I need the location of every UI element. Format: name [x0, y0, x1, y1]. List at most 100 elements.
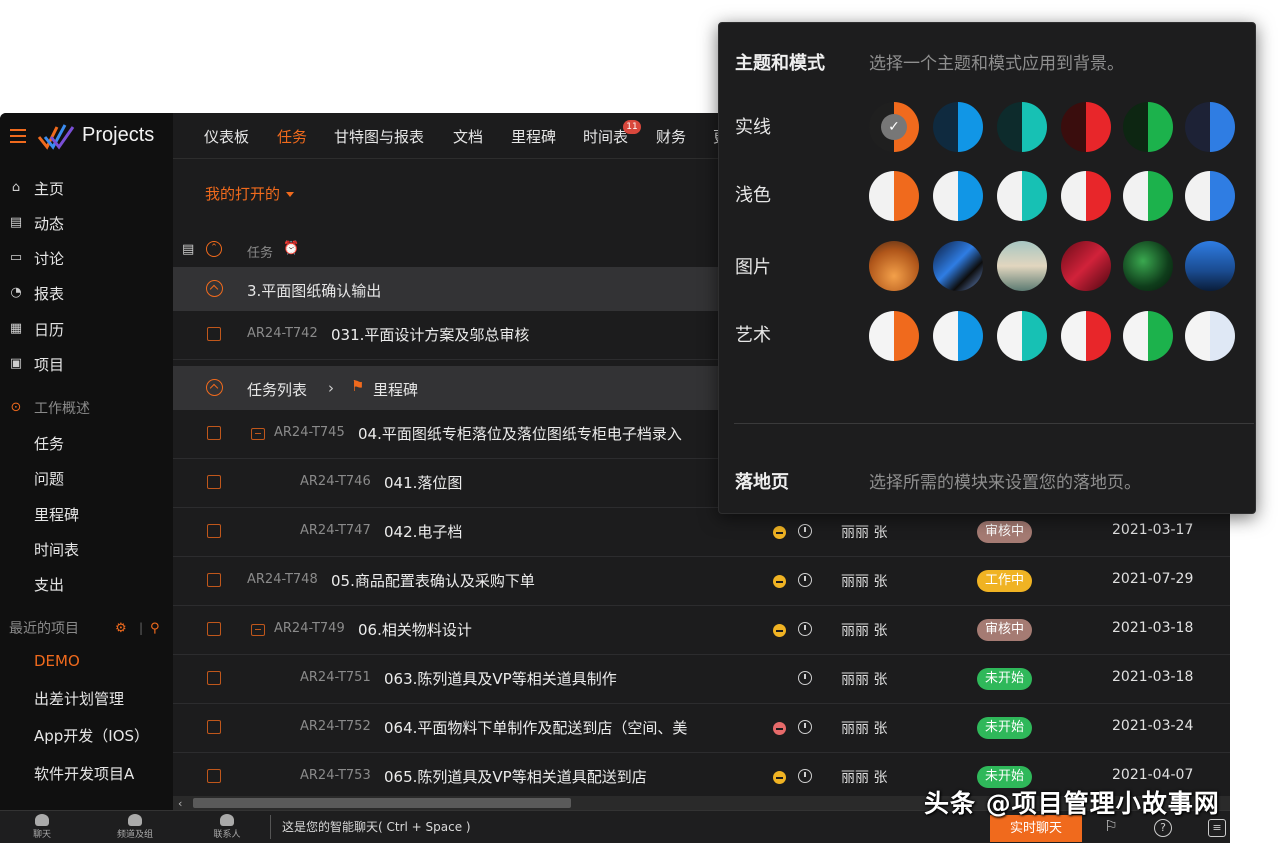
table-row[interactable]: AR24-T748 05.商品配置表确认及采购下单 丽丽 张 工作中 2021-… [173, 557, 1230, 606]
priority-medium-icon[interactable] [773, 575, 786, 588]
task-checkbox[interactable] [207, 475, 221, 489]
theme-swatch-solid-red[interactable] [1061, 102, 1111, 152]
status-badge[interactable]: 未开始 [977, 717, 1033, 739]
priority-high-icon[interactable] [773, 722, 786, 735]
work-overview-header[interactable]: ⊙ 工作概述 [0, 393, 173, 423]
theme-swatch-light-red[interactable] [1061, 171, 1111, 221]
theme-swatch-image-foliage[interactable] [1123, 241, 1173, 291]
due-date[interactable]: 2021-03-17 [1112, 522, 1193, 538]
sidebar-item-issues[interactable]: 问题 [0, 463, 173, 493]
task-name[interactable]: 06.相关物料设计 [358, 619, 472, 640]
task-column-header[interactable]: 任务 [247, 242, 273, 261]
status-badge[interactable]: 工作中 [977, 570, 1033, 592]
theme-swatch-art-red[interactable] [1061, 311, 1111, 361]
status-badge[interactable]: 审核中 [977, 619, 1033, 641]
task-name[interactable]: 031.平面设计方案及邬总审核 [331, 324, 529, 345]
chevron-up-circle-icon[interactable] [206, 379, 223, 396]
help-icon[interactable]: ? [1154, 819, 1172, 837]
theme-swatch-light-navy[interactable] [1185, 171, 1235, 221]
recent-project-demo[interactable]: DEMO [0, 646, 173, 676]
sidebar-item-reports[interactable]: ◔ 报表 [0, 278, 173, 308]
assignee[interactable]: 丽丽 张 [841, 767, 887, 787]
task-checkbox[interactable] [207, 327, 221, 341]
theme-swatch-art-teal[interactable] [997, 311, 1047, 361]
theme-swatch-image-tower[interactable] [1185, 241, 1235, 291]
collapse-icon[interactable] [251, 428, 265, 440]
task-name[interactable]: 065.陈列道具及VP等相关道具配送到店 [384, 766, 647, 787]
collapse-all-icon[interactable]: ⌃ [206, 241, 222, 257]
task-checkbox[interactable] [207, 720, 221, 734]
table-row[interactable]: AR24-T749 06.相关物料设计 丽丽 张 审核中 2021-03-18 [173, 606, 1230, 655]
search-icon[interactable]: ⚲ [150, 621, 160, 636]
view-filter-dropdown[interactable]: 我的打开的 [205, 183, 295, 204]
task-name[interactable]: 042.电子档 [384, 521, 462, 542]
theme-swatch-solid-orange[interactable]: ✓ [869, 102, 919, 152]
task-name[interactable]: 064.平面物料下单制作及配送到店（空间、美 [384, 717, 687, 738]
task-name[interactable]: 04.平面图纸专柜落位及落位图纸专柜电子档录入 [358, 423, 682, 444]
sidebar-item-milestones[interactable]: 里程碑 [0, 499, 173, 529]
menu-icon[interactable] [10, 129, 26, 143]
assignee[interactable]: 丽丽 张 [841, 669, 887, 689]
theme-swatch-solid-green[interactable] [1123, 102, 1173, 152]
due-date[interactable]: 2021-03-18 [1112, 669, 1193, 685]
tab-timesheets[interactable]: 时间表 [583, 126, 628, 147]
tab-documents[interactable]: 文档 [453, 126, 483, 147]
scroll-left-icon[interactable]: ‹ [178, 797, 182, 810]
announcement-icon[interactable]: ⚐ [1102, 819, 1120, 837]
theme-swatch-light-orange[interactable] [869, 171, 919, 221]
theme-swatch-art-green[interactable] [1123, 311, 1173, 361]
timer-icon[interactable] [798, 573, 812, 587]
status-badge[interactable]: 审核中 [977, 521, 1033, 543]
timer-icon[interactable] [798, 622, 812, 636]
contacts-button[interactable]: 联系人 [197, 814, 257, 840]
task-checkbox[interactable] [207, 671, 221, 685]
recent-project-app[interactable]: App开发（IOS） [0, 720, 173, 750]
theme-swatch-light-teal[interactable] [997, 171, 1047, 221]
status-badge[interactable]: 未开始 [977, 668, 1033, 690]
table-row[interactable]: AR24-T751 063.陈列道具及VP等相关道具制作 丽丽 张 未开始 20… [173, 655, 1230, 704]
tab-dashboard[interactable]: 仪表板 [204, 126, 249, 147]
sidebar-item-discuss[interactable]: ▭ 讨论 [0, 243, 173, 273]
task-name[interactable]: 063.陈列道具及VP等相关道具制作 [384, 668, 617, 689]
due-date[interactable]: 2021-04-07 [1112, 767, 1193, 783]
column-settings-icon[interactable]: ▤ [182, 242, 194, 257]
due-date[interactable]: 2021-03-24 [1112, 718, 1193, 734]
theme-swatch-solid-blue[interactable] [933, 102, 983, 152]
landing-page-description[interactable]: 选择所需的模块来设置您的落地页。 [869, 468, 1141, 493]
priority-medium-icon[interactable] [773, 624, 786, 637]
theme-swatch-light-blue[interactable] [933, 171, 983, 221]
recent-project-software[interactable]: 软件开发项目A [0, 758, 173, 788]
theme-swatch-solid-teal[interactable] [997, 102, 1047, 152]
tab-finance[interactable]: 财务 [656, 126, 686, 147]
sidebar-item-feed[interactable]: ▤ 动态 [0, 208, 173, 238]
table-row[interactable]: AR24-T752 064.平面物料下单制作及配送到店（空间、美 丽丽 张 未开… [173, 704, 1230, 753]
chat-button[interactable]: 聊天 [12, 814, 72, 840]
timer-icon[interactable] [798, 720, 812, 734]
channels-button[interactable]: 频道及组 [105, 814, 165, 840]
tab-milestones[interactable]: 里程碑 [511, 126, 556, 147]
collapse-icon[interactable] [251, 624, 265, 636]
recent-project-travel[interactable]: 出差计划管理 [0, 683, 173, 713]
assignee[interactable]: 丽丽 张 [841, 620, 887, 640]
sidebar-item-calendar[interactable]: ▦ 日历 [0, 314, 173, 344]
sidebar-item-timesheets[interactable]: 时间表 [0, 534, 173, 564]
assignee[interactable]: 丽丽 张 [841, 571, 887, 591]
theme-swatch-image-bird[interactable] [933, 241, 983, 291]
chevron-up-circle-icon[interactable] [206, 280, 223, 297]
sidebar-item-tasks[interactable]: 任务 [0, 428, 173, 458]
smart-chat-input[interactable]: 这是您的智能聊天( Ctrl + Space ) [282, 818, 471, 835]
notes-icon[interactable]: ≡ [1208, 819, 1226, 837]
due-date[interactable]: 2021-03-18 [1112, 620, 1193, 636]
assignee[interactable]: 丽丽 张 [841, 522, 887, 542]
theme-swatch-image-sunset[interactable] [869, 241, 919, 291]
assignee[interactable]: 丽丽 张 [841, 718, 887, 738]
task-checkbox[interactable] [207, 622, 221, 636]
task-checkbox[interactable] [207, 524, 221, 538]
tab-tasks[interactable]: 任务 [277, 126, 307, 147]
theme-swatch-art-blue[interactable] [933, 311, 983, 361]
priority-medium-icon[interactable] [773, 526, 786, 539]
timer-icon[interactable] [798, 671, 812, 685]
tab-gantt-reports[interactable]: 甘特图与报表 [334, 126, 424, 147]
filter-icon[interactable]: ⚙ [115, 621, 127, 636]
theme-swatch-solid-navy[interactable] [1185, 102, 1235, 152]
